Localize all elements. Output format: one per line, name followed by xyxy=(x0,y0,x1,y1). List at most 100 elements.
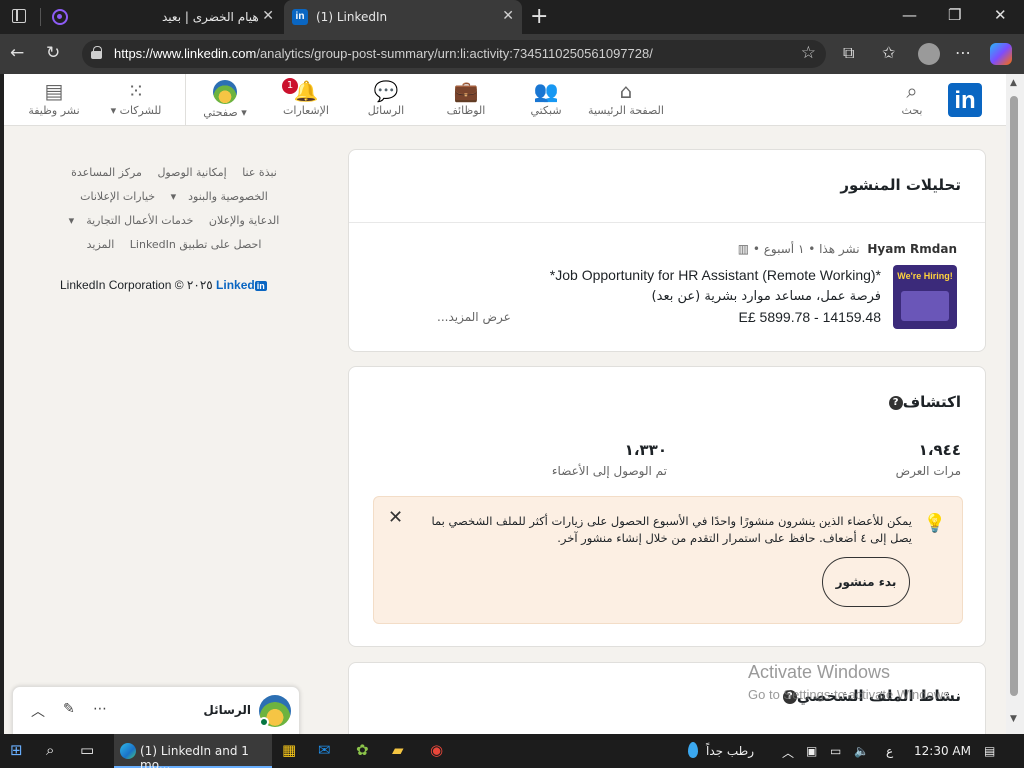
tab-close-icon[interactable]: ✕ xyxy=(502,8,514,24)
nav-label: الرسائل xyxy=(367,104,405,117)
nav-divider xyxy=(185,74,186,126)
nav-messaging[interactable]: 💬 الرسائل xyxy=(362,80,410,117)
favorites-icon[interactable]: ✩ xyxy=(882,43,895,62)
close-window-icon[interactable]: ✕ xyxy=(994,6,1007,24)
watermark-line2: Go to Settings to activate Windows. xyxy=(748,687,954,702)
taskbar-edge-app[interactable]: (1) LinkedIn and 1 mo... xyxy=(114,734,272,768)
chevron-down-icon: ▾ xyxy=(110,104,117,117)
url-bar[interactable]: https://www.linkedin.com/analytics/group… xyxy=(82,40,826,68)
post-analytics-card: تحليلات المنشور Hyam Rmdan نشر هذا • ١ أ… xyxy=(348,149,986,352)
post-salary: E£ 5899.78 - 14159.48 xyxy=(738,309,881,325)
chevron-up-icon[interactable]: ︿ xyxy=(31,701,45,721)
footer-link[interactable]: خدمات الأعمال التجارية xyxy=(86,214,193,227)
chrome-icon[interactable]: ◉ xyxy=(430,741,443,759)
tray-overflow-icon[interactable]: ︿ xyxy=(782,744,794,761)
footer-link[interactable]: مركز المساعدة xyxy=(71,166,142,179)
windows-start-icon[interactable]: ⊞ xyxy=(10,741,23,759)
activate-windows-watermark: Activate Windows Go to Settings to activ… xyxy=(748,662,953,702)
outlook-icon[interactable]: ✉ xyxy=(318,741,331,759)
footer-link[interactable]: خيارات الإعلانات xyxy=(80,190,155,203)
more-menu-icon[interactable]: ⋯ xyxy=(955,43,971,62)
linkedin-logo[interactable]: in xyxy=(948,83,982,117)
close-icon[interactable]: ✕ xyxy=(388,507,403,528)
copyright-text: LinkedIn Corporation © ٢٠٢٥ xyxy=(60,278,213,292)
footer-link[interactable]: نبذة عنا xyxy=(242,166,277,179)
footer-link[interactable]: إمكانية الوصول xyxy=(157,166,226,179)
linkedin-favicon-icon: in xyxy=(292,9,308,25)
footer-link[interactable]: المزيد xyxy=(87,238,115,251)
grid-icon: ⁙ xyxy=(127,79,145,103)
nav-label: بحث xyxy=(901,104,923,117)
nav-jobs[interactable]: 💼 الوظائف xyxy=(442,80,490,117)
notifications-center-icon[interactable]: ▤ xyxy=(984,744,995,758)
thumbnail-text: We're Hiring! xyxy=(897,271,953,281)
tab-hyam[interactable]: هيام الخضرى | بعيد ✕ xyxy=(44,0,282,34)
nav-notifications[interactable]: 🔔 1 الإشعارات xyxy=(280,78,332,117)
volume-icon[interactable]: 🔈 xyxy=(854,744,869,758)
post-thumbnail[interactable]: We're Hiring! xyxy=(893,265,957,329)
tab-close-icon[interactable]: ✕ xyxy=(262,8,274,24)
task-view-icon[interactable]: ▭ xyxy=(80,741,94,759)
nav-post-job[interactable]: ▤ نشر وظيفة xyxy=(26,80,82,117)
author-name[interactable]: Hyam Rmdan xyxy=(867,242,957,256)
compose-icon[interactable]: ✎ xyxy=(63,701,75,717)
tray-app-icon[interactable]: ▣ xyxy=(806,744,817,758)
nav-for-business[interactable]: ⁙ ▾ للشركات xyxy=(108,80,164,117)
briefcase-icon: 💼 xyxy=(453,79,479,103)
reload-icon[interactable]: ↻ xyxy=(46,43,60,63)
post-subtitle: فرصة عمل، مساعد موارد بشرية (عن بعد) xyxy=(651,289,881,304)
footer-link[interactable]: الدعاية والإعلان xyxy=(209,214,279,227)
search-icon: ⌕ xyxy=(906,79,918,103)
lock-icon xyxy=(91,46,102,59)
impressions-label: مرات العرض xyxy=(895,464,961,478)
minimize-icon[interactable]: — xyxy=(902,6,917,24)
see-more-link[interactable]: عرض المزيد... xyxy=(437,310,511,324)
scrollbar-thumb[interactable] xyxy=(1010,96,1018,696)
scroll-down-icon[interactable]: ▼ xyxy=(1010,714,1017,724)
messaging-widget[interactable]: الرسائل ⋯ ✎ ︿ xyxy=(12,686,300,734)
post-meta: نشر هذا • ١ أسبوع • xyxy=(752,242,860,256)
nav-label: للشركات xyxy=(119,104,162,117)
scroll-up-icon[interactable]: ▲ xyxy=(1010,78,1017,88)
watermark-line1: Activate Windows xyxy=(748,662,891,682)
back-icon[interactable]: ← xyxy=(10,43,24,63)
nav-me[interactable]: صفحتي ▾ xyxy=(200,80,250,119)
footer-link[interactable]: الخصوصية والبنود xyxy=(188,190,268,203)
nav-network[interactable]: 👥 شبكتي xyxy=(522,80,570,117)
url-text[interactable]: https://www.linkedin.com/analytics/group… xyxy=(114,46,653,61)
scrollbar[interactable]: ▲ ▼ xyxy=(1006,74,1024,734)
extensions-icon[interactable]: ⧉ xyxy=(843,43,854,63)
group-icon: ▥ xyxy=(737,242,750,256)
network-icon[interactable]: ▭ xyxy=(830,744,841,758)
nav-search[interactable]: ⌕ بحث xyxy=(892,80,932,117)
post-author-line[interactable]: Hyam Rmdan نشر هذا • ١ أسبوع • ▥ xyxy=(738,242,957,256)
post-job-icon: ▤ xyxy=(44,79,64,103)
restore-icon[interactable]: ❐ xyxy=(948,6,961,24)
tab-actions-icon[interactable] xyxy=(12,9,26,23)
profile-avatar[interactable] xyxy=(918,43,940,65)
address-toolbar: ← ↻ https://www.linkedin.com/analytics/g… xyxy=(0,34,1024,74)
weather-text[interactable]: رطب جداً xyxy=(706,744,754,758)
footer-link[interactable]: احصل على تطبيق LinkedIn xyxy=(130,238,262,251)
paint-app-icon[interactable]: ✿ xyxy=(356,741,369,759)
messaging-title[interactable]: الرسائل xyxy=(203,703,251,717)
impressions-value: ١،٩٤٤ xyxy=(918,441,961,459)
language-indicator[interactable]: ع xyxy=(886,744,893,758)
nav-home[interactable]: ⌂ الصفحة الرئيسية xyxy=(588,80,664,117)
linkedin-mark-icon: in xyxy=(254,281,267,291)
search-icon[interactable]: ⌕ xyxy=(46,741,54,759)
edge-icon xyxy=(120,743,136,759)
new-tab-button[interactable]: + xyxy=(530,4,548,29)
page-title: تحليلات المنشور xyxy=(840,176,961,194)
file-explorer-icon[interactable]: ▰ xyxy=(392,741,404,759)
copilot-icon[interactable] xyxy=(990,43,1012,65)
favorite-star-icon[interactable]: ☆ xyxy=(801,43,816,63)
more-options-icon[interactable]: ⋯ xyxy=(93,701,107,717)
nav-label: الإشعارات xyxy=(283,104,329,117)
tab-linkedin[interactable]: in (1) LinkedIn ✕ xyxy=(284,0,522,34)
start-post-button[interactable]: بدء منشور xyxy=(822,557,910,607)
calendar-app-icon[interactable]: ▦ xyxy=(282,741,296,759)
help-icon[interactable]: ? xyxy=(888,395,903,410)
page-viewport: in ⌕ بحث ⌂ الصفحة الرئيسية 👥 شبكتي 💼 الو… xyxy=(4,74,1006,734)
clock[interactable]: 12:30 AM xyxy=(914,744,971,758)
